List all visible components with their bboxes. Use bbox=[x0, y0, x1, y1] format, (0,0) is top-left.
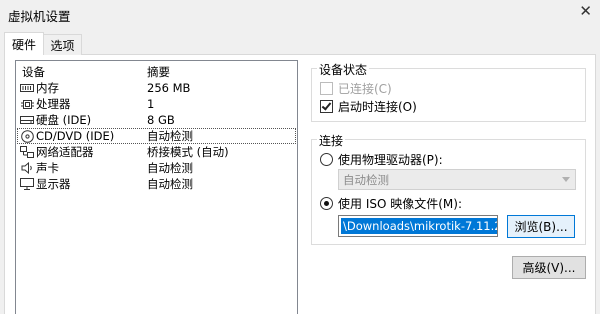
window-title: 虚拟机设置 bbox=[8, 6, 71, 25]
memory-icon bbox=[20, 82, 34, 95]
device-row-network-adapter[interactable]: 网络适配器 桥接模式 (自动) bbox=[17, 144, 296, 160]
device-name: 显示器 bbox=[36, 176, 71, 192]
advanced-button[interactable]: 高级(V)... bbox=[512, 256, 586, 279]
physical-drive-radio-circle[interactable] bbox=[320, 153, 333, 166]
browse-button[interactable]: 浏览(B)... bbox=[507, 215, 575, 238]
device-row-hard-disk[interactable]: 硬盘 (IDE) 8 GB bbox=[17, 112, 296, 128]
checkmark-icon bbox=[322, 100, 332, 110]
device-name: 内存 bbox=[36, 80, 59, 96]
close-icon[interactable]: ✕ bbox=[579, 4, 592, 19]
iso-image-radio[interactable]: 使用 ISO 映像文件(M): bbox=[320, 195, 462, 212]
monitor-icon bbox=[20, 178, 34, 191]
column-header-summary[interactable]: 摘要 bbox=[147, 64, 170, 78]
drive-select[interactable]: 自动检测 bbox=[338, 169, 576, 190]
iso-image-label: 使用 ISO 映像文件(M): bbox=[338, 195, 462, 212]
connected-checkbox-box[interactable] bbox=[320, 82, 333, 95]
device-status-title: 设备状态 bbox=[317, 61, 369, 78]
device-row-monitor[interactable]: 显示器 自动检测 bbox=[17, 176, 296, 192]
connect-at-power-on-checkbox-box[interactable] bbox=[320, 100, 333, 113]
connected-checkbox[interactable]: 已连接(C) bbox=[320, 80, 392, 97]
drive-select-value: 自动检测 bbox=[343, 172, 389, 188]
iso-path-input[interactable]: \Downloads\mikrotik-7.11.2.iso bbox=[338, 215, 498, 237]
tab-options[interactable]: 选项 bbox=[44, 34, 82, 55]
connection-title: 连接 bbox=[317, 132, 345, 149]
device-row-sound-card[interactable]: 声卡 自动检测 bbox=[17, 160, 296, 176]
device-name: CD/DVD (IDE) bbox=[36, 129, 114, 143]
processor-icon bbox=[20, 98, 34, 111]
device-summary: 8 GB bbox=[147, 113, 175, 127]
connect-at-power-on-checkbox[interactable]: 启动时连接(O) bbox=[320, 98, 417, 115]
cd-dvd-icon bbox=[20, 130, 34, 143]
radio-dot-icon bbox=[324, 201, 329, 206]
device-name: 网络适配器 bbox=[36, 144, 94, 160]
hard-disk-icon bbox=[20, 114, 34, 127]
connected-label: 已连接(C) bbox=[338, 80, 392, 97]
device-list[interactable]: 设备 摘要 内存 256 MB 处理器 1 硬盘 (IDE) 8 GB CD/D… bbox=[15, 60, 298, 314]
iso-image-radio-circle[interactable] bbox=[320, 197, 333, 210]
network-adapter-icon bbox=[20, 146, 34, 159]
physical-drive-radio[interactable]: 使用物理驱动器(P): bbox=[320, 151, 443, 168]
iso-path-value: \Downloads\mikrotik-7.11.2.iso bbox=[341, 218, 498, 234]
device-summary: 桥接模式 (自动) bbox=[147, 144, 229, 160]
column-header-device[interactable]: 设备 bbox=[22, 64, 45, 78]
device-name: 声卡 bbox=[36, 160, 59, 176]
connect-at-power-on-label: 启动时连接(O) bbox=[338, 98, 417, 115]
speaker-icon bbox=[20, 162, 34, 175]
device-row-cd-dvd[interactable]: CD/DVD (IDE) 自动检测 bbox=[17, 128, 296, 144]
device-name: 处理器 bbox=[36, 96, 71, 112]
device-summary: 自动检测 bbox=[147, 128, 193, 144]
device-row-memory[interactable]: 内存 256 MB bbox=[17, 80, 296, 96]
device-name: 硬盘 (IDE) bbox=[36, 112, 91, 128]
device-summary: 256 MB bbox=[147, 81, 190, 95]
device-summary: 自动检测 bbox=[147, 160, 193, 176]
device-summary: 自动检测 bbox=[147, 176, 193, 192]
device-summary: 1 bbox=[147, 97, 154, 111]
tab-hardware[interactable]: 硬件 bbox=[4, 32, 44, 55]
chevron-down-icon bbox=[562, 177, 570, 182]
physical-drive-label: 使用物理驱动器(P): bbox=[338, 151, 443, 168]
device-row-processor[interactable]: 处理器 1 bbox=[17, 96, 296, 112]
